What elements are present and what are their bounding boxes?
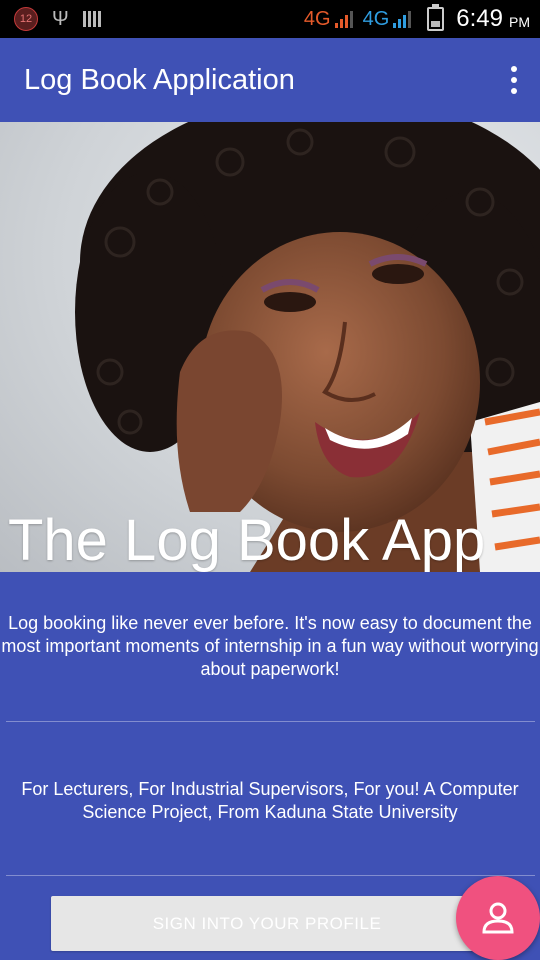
- battery-icon: [427, 4, 445, 31]
- app-bar: Log Book Application: [0, 38, 540, 122]
- network-type-1: 4G: [303, 7, 331, 30]
- usb-icon: Ψ: [52, 7, 69, 30]
- profile-fab-button[interactable]: [456, 876, 540, 960]
- app-title: Log Book Application: [24, 63, 295, 96]
- divider-1: [6, 721, 535, 722]
- credits-text: For Lecturers, For Industrial Supervisor…: [21, 779, 519, 822]
- woman-photo: [75, 122, 540, 572]
- hero-image: The Log Book App: [0, 122, 540, 572]
- overflow-menu-icon[interactable]: [510, 66, 518, 94]
- divider-2: [6, 875, 535, 876]
- intro-text: Log booking like never ever before. It's…: [1, 613, 539, 679]
- clock-ampm: PM: [509, 14, 530, 30]
- signal-icon-1: [334, 10, 353, 28]
- signal-icon-2: [393, 10, 412, 28]
- network-type-2: 4G: [362, 7, 390, 30]
- hero-title: The Log Book App: [8, 508, 486, 572]
- clock-time: 6:49: [456, 5, 503, 32]
- sign-in-button[interactable]: SIGN INTO YOUR PROFILE: [51, 896, 483, 951]
- barcode-icon: [82, 11, 101, 27]
- status-bar: 12 Ψ 4G 4G 6:49 PM: [0, 0, 540, 38]
- person-icon: [482, 902, 514, 934]
- notification-count-badge: 12: [14, 7, 38, 31]
